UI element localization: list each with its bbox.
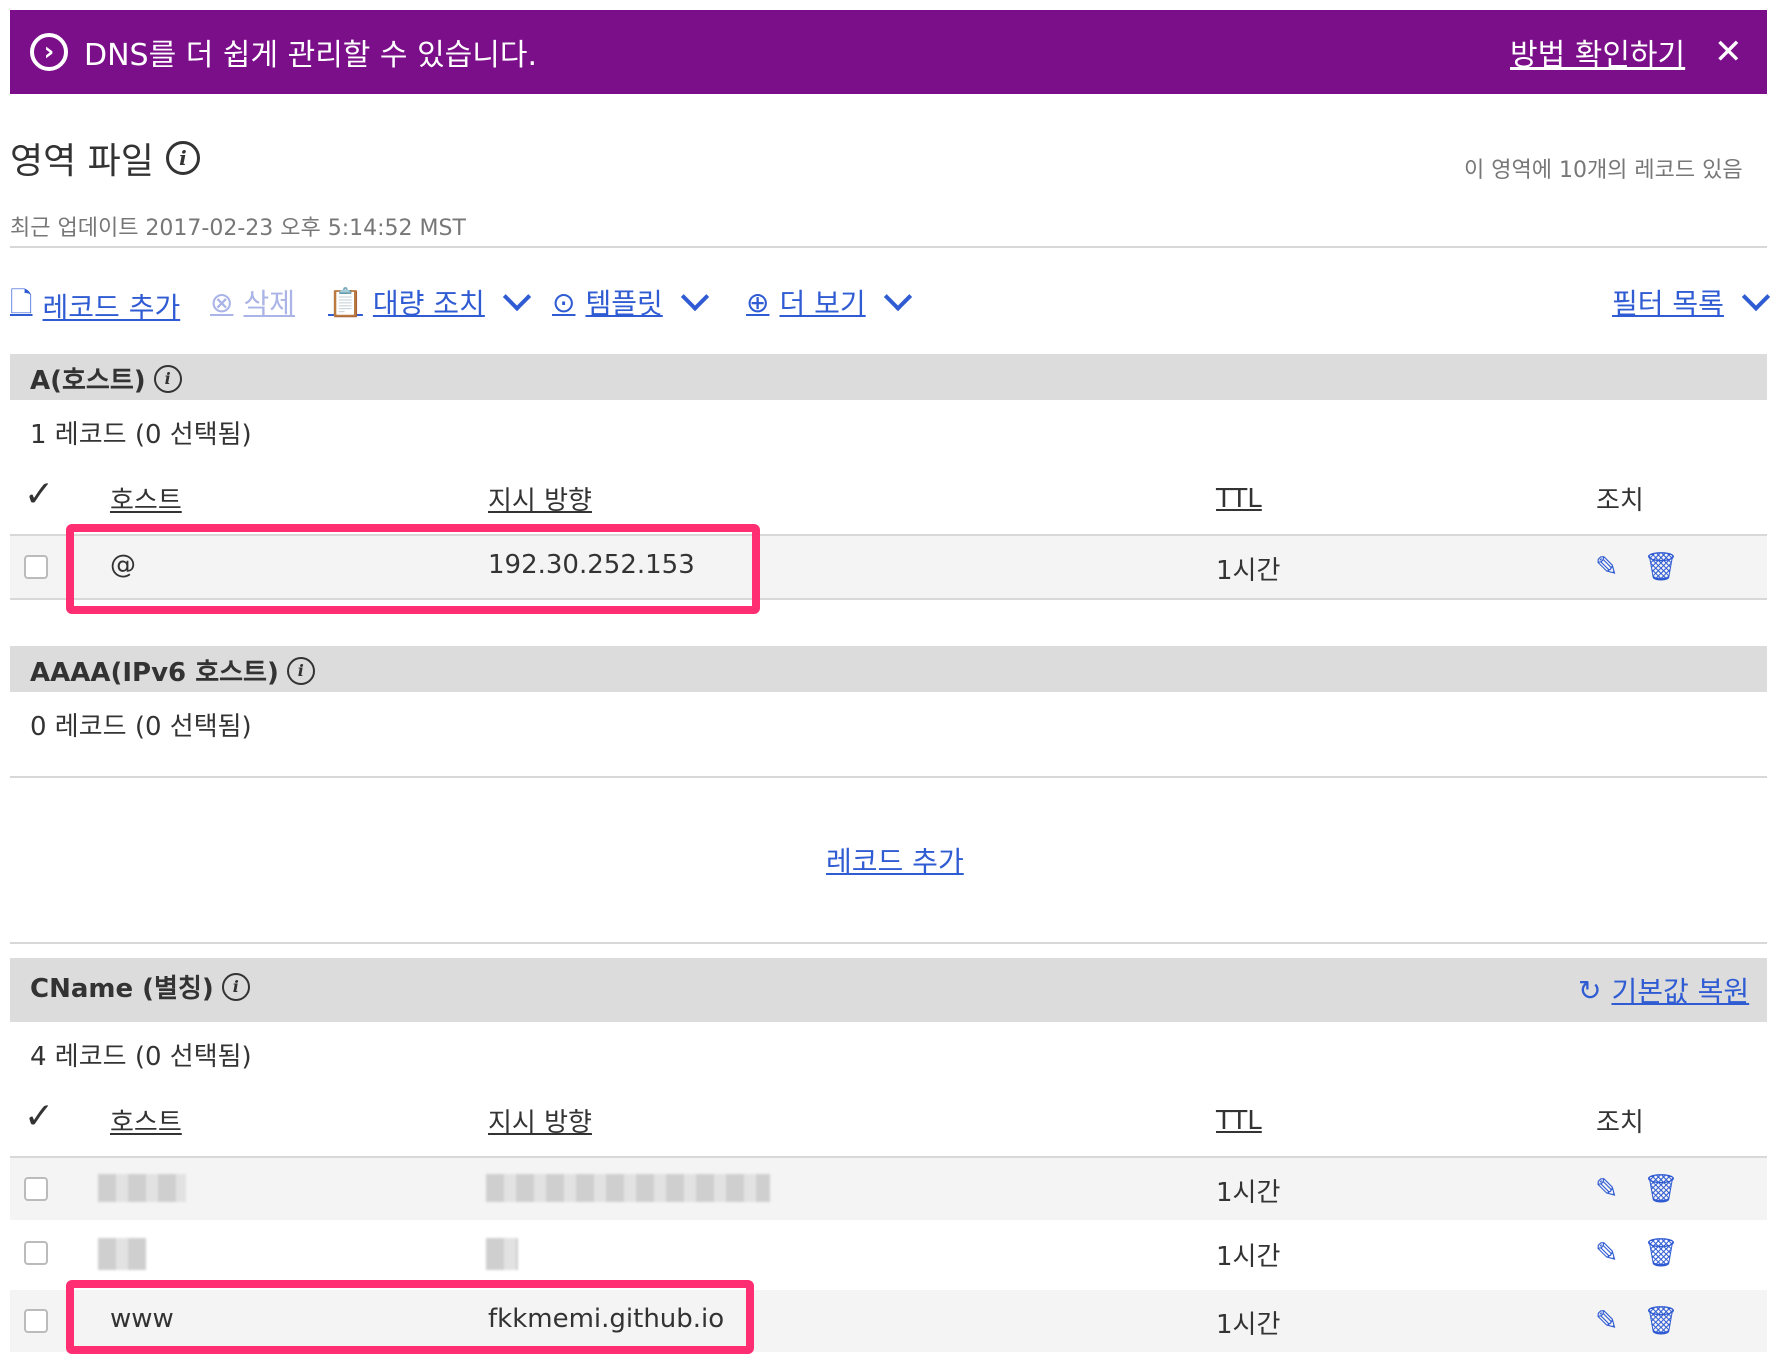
trash-icon[interactable]: 🗑 (1643, 550, 1679, 583)
edit-icon[interactable]: ✎ (1595, 1236, 1618, 1269)
checkmark-icon[interactable]: ✓ (24, 1096, 54, 1137)
page: › DNS를 더 쉽게 관리할 수 있습니다. 방법 확인하기 ✕ 영역 파일 … (0, 0, 1778, 1356)
table-row: 1시간 ✎ 🗑 (10, 1158, 1767, 1220)
section-header-aaaa: AAAA(IPv6 호스트) i (10, 646, 1767, 692)
section-count-a: 1 레코드 (0 선택됨) (30, 420, 252, 450)
restore-defaults-label: 기본값 복원 (1611, 975, 1750, 1008)
close-icon[interactable]: ✕ (1714, 32, 1743, 72)
chevron-down-icon (1741, 282, 1771, 312)
section-title-cname: CName (별칭) i (30, 968, 250, 1005)
column-host[interactable]: 호스트 (110, 480, 182, 517)
info-icon[interactable]: i (221, 972, 250, 1001)
trash-icon[interactable]: 🗑 (1643, 1304, 1679, 1337)
section-title-aaaa: AAAA(IPv6 호스트) i (30, 652, 315, 689)
restore-defaults-button[interactable]: ↻ 기본값 복원 (1578, 970, 1749, 1010)
edit-icon[interactable]: ✎ (1595, 550, 1618, 583)
template-icon: ⊙ (552, 285, 576, 319)
filter-list-label: 필터 목록 (1612, 287, 1724, 320)
section-count-aaaa: 0 레코드 (0 선택됨) (30, 712, 252, 742)
plus-circle-icon: ⊕ (746, 285, 770, 319)
template-menu[interactable]: ⊙ 템플릿 (552, 282, 709, 322)
new-document-icon: 🗋 (10, 286, 33, 319)
bulk-actions-menu[interactable]: 📋 대량 조치 (328, 282, 531, 322)
column-ttl[interactable]: TTL (1216, 1106, 1262, 1136)
redacted-host (98, 1238, 146, 1270)
promo-banner: › DNS를 더 쉽게 관리할 수 있습니다. 방법 확인하기 ✕ (10, 10, 1767, 94)
section-title-a: A(호스트) i (30, 360, 182, 397)
restore-icon: ↻ (1578, 973, 1602, 1007)
banner-learn-how-link[interactable]: 방법 확인하기 (1510, 30, 1685, 74)
section-header-a: A(호스트) i (10, 354, 1767, 400)
chevron-down-icon (680, 282, 709, 312)
banner-message: DNS를 더 쉽게 관리할 수 있습니다. (84, 38, 538, 73)
info-icon[interactable]: i (153, 364, 182, 393)
page-title-text: 영역 파일 (10, 141, 154, 182)
row-ttl: 1시간 (1216, 556, 1281, 586)
checkmark-icon[interactable]: ✓ (24, 474, 54, 515)
trash-icon[interactable]: 🗑 (1643, 1236, 1679, 1269)
section-title-cname-text: CName (별칭) (30, 974, 214, 1004)
row-ttl: 1시간 (1216, 1242, 1281, 1272)
add-record-link[interactable]: 레코드 추가 (826, 840, 964, 880)
section-title-aaaa-text: AAAA(IPv6 호스트) (30, 658, 279, 688)
filter-list-menu[interactable]: 필터 목록 (1612, 282, 1771, 322)
redacted-host (98, 1174, 186, 1202)
info-icon[interactable]: i (165, 141, 200, 175)
table-row: 1시간 ✎ 🗑 (10, 1222, 1767, 1284)
delete-circle-icon: ⊗ (210, 285, 234, 319)
row-checkbox[interactable] (24, 555, 48, 579)
page-title: 영역 파일 i (10, 132, 200, 184)
redacted-points-to (486, 1174, 770, 1202)
add-record-button[interactable]: 🗋 레코드 추가 (10, 282, 180, 330)
column-actions: 조치 (1596, 1108, 1644, 1138)
row-ttl: 1시간 (1216, 1178, 1281, 1208)
section-count-cname: 4 레코드 (0 선택됨) (30, 1042, 252, 1072)
highlight-box (66, 1280, 754, 1354)
trash-icon[interactable]: 🗑 (1643, 1172, 1679, 1205)
edit-icon[interactable]: ✎ (1595, 1172, 1618, 1205)
column-host[interactable]: 호스트 (110, 1102, 182, 1139)
row-checkbox[interactable] (24, 1177, 48, 1201)
arrow-right-circle-icon: › (30, 33, 68, 71)
more-label: 더 보기 (779, 287, 866, 320)
info-icon[interactable]: i (286, 656, 315, 685)
record-count-summary: 이 영역에 10개의 레코드 있음 (1464, 158, 1743, 183)
row-ttl: 1시간 (1216, 1310, 1281, 1340)
section-header-cname: CName (별칭) i (10, 958, 1767, 1022)
column-points-to[interactable]: 지시 방향 (488, 480, 592, 517)
divider (10, 246, 1767, 248)
last-updated: 최근 업데이트 2017-02-23 오후 5:14:52 MST (10, 216, 466, 241)
highlight-box (66, 524, 760, 614)
section-title-a-text: A(호스트) (30, 366, 146, 396)
redacted-points-to (486, 1238, 518, 1270)
divider (10, 776, 1767, 778)
divider (10, 942, 1767, 944)
column-actions: 조치 (1596, 486, 1644, 516)
row-checkbox[interactable] (24, 1309, 48, 1333)
template-label: 템플릿 (585, 287, 663, 320)
column-ttl[interactable]: TTL (1216, 484, 1262, 514)
clipboard-edit-icon: 📋 (328, 285, 363, 319)
edit-icon[interactable]: ✎ (1595, 1304, 1618, 1337)
chevron-down-icon (502, 282, 531, 312)
delete-label: 삭제 (243, 287, 295, 320)
delete-button[interactable]: ⊗ 삭제 (210, 282, 295, 322)
add-record-label: 레코드 추가 (42, 291, 181, 324)
more-menu[interactable]: ⊕ 더 보기 (746, 282, 912, 322)
row-checkbox[interactable] (24, 1241, 48, 1265)
column-points-to[interactable]: 지시 방향 (488, 1102, 592, 1139)
chevron-down-icon (883, 282, 912, 312)
bulk-actions-label: 대량 조치 (372, 287, 485, 320)
